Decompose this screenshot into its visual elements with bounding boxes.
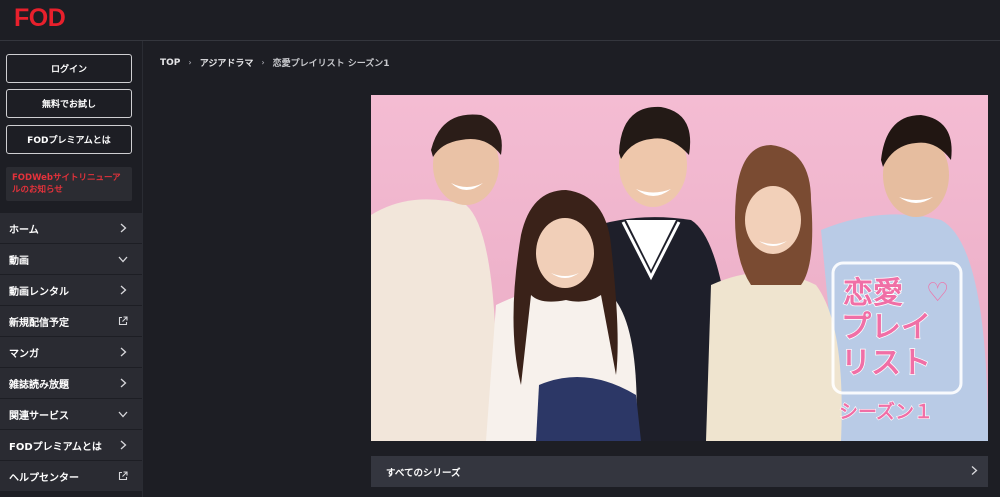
sidebar-item-home[interactable]: ホーム (0, 213, 142, 244)
season-label: シーズン１ (839, 400, 933, 423)
breadcrumb-asian-drama[interactable]: アジアドラマ (200, 56, 254, 69)
chevron-right-icon (118, 440, 128, 450)
all-series-button[interactable]: すべてのシリーズ (371, 456, 988, 487)
sidebar-item-label: ヘルプセンター (9, 472, 79, 484)
breadcrumb-separator-icon: › (261, 58, 265, 67)
heart-icon: ♡ (926, 278, 949, 308)
fod-logo[interactable]: FOD (14, 4, 66, 33)
series-key-visual: 恋愛 ♡ プレイ リスト シーズン１ (371, 95, 988, 441)
sidebar-item-label: 動画 (9, 255, 29, 267)
free-trial-button[interactable]: 無料でお試し (6, 89, 132, 118)
title-line-3: リスト (841, 346, 931, 381)
external-link-icon (118, 316, 128, 326)
sidebar-item-label: 新規配信予定 (9, 317, 69, 329)
sidebar-item-label: 関連サービス (9, 410, 69, 422)
fod-premium-button[interactable]: FODプレミアムとは (6, 125, 132, 154)
renewal-news-link[interactable]: FODWebサイトリニューアルのお知らせ (6, 167, 132, 201)
sidebar-item-label: マンガ (9, 348, 39, 360)
chevron-right-icon (118, 378, 128, 388)
sidebar-item-label: 雑誌読み放題 (9, 379, 69, 391)
site-header: FOD (0, 0, 1000, 41)
sidebar-item-manga[interactable]: マンガ (0, 337, 142, 368)
external-link-icon (118, 471, 128, 481)
chevron-right-icon (971, 465, 978, 478)
sidebar-item-label: ホーム (9, 224, 39, 236)
sidebar-item-video-rental[interactable]: 動画レンタル (0, 275, 142, 306)
chevron-right-icon (118, 285, 128, 295)
sidebar-item-label: 動画レンタル (9, 286, 69, 298)
sidebar-item-video[interactable]: 動画 (0, 244, 142, 275)
sidebar-item-upcoming[interactable]: 新規配信予定 (0, 306, 142, 337)
chevron-right-icon (118, 223, 128, 233)
sidebar-item-related-services[interactable]: 関連サービス (0, 399, 142, 430)
sidebar-menu: ホーム 動画 動画レンタル 新規配信予定 マンガ 雑誌読み放題 関連サービス F… (0, 213, 142, 492)
sidebar: ログイン 無料でお試し FODプレミアムとは FODWebサイトリニューアルのお… (0, 41, 143, 497)
sidebar-item-help-center[interactable]: ヘルプセンター (0, 461, 142, 492)
chevron-right-icon (118, 347, 128, 357)
login-button[interactable]: ログイン (6, 54, 132, 83)
title-line-2: プレイ (841, 310, 931, 345)
chevron-down-icon (118, 409, 128, 419)
sidebar-item-label: FODプレミアムとは (9, 441, 102, 453)
chevron-down-icon (118, 254, 128, 264)
sidebar-item-magazines[interactable]: 雑誌読み放題 (0, 368, 142, 399)
cast-photo: 恋愛 ♡ プレイ リスト シーズン１ (371, 95, 988, 441)
all-series-label: すべてのシリーズ (386, 467, 461, 479)
title-line-1: 恋愛 (843, 276, 903, 311)
sidebar-item-fod-premium[interactable]: FODプレミアムとは (0, 430, 142, 461)
breadcrumb-top[interactable]: TOP (160, 58, 180, 68)
breadcrumb-separator-icon: › (188, 58, 192, 67)
breadcrumb: TOP › アジアドラマ › 恋愛プレイリスト シーズン1 (160, 56, 390, 70)
breadcrumb-current: 恋愛プレイリスト シーズン1 (272, 59, 390, 69)
